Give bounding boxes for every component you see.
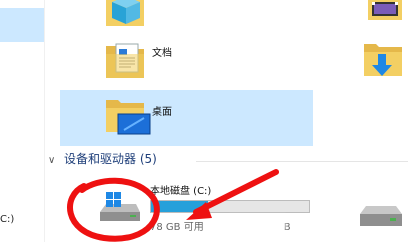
downloads-folder-icon[interactable]	[362, 38, 406, 82]
desktop-folder-label[interactable]: 桌面	[152, 103, 172, 118]
desktop-folder-tile[interactable]	[60, 90, 313, 146]
documents-folder-label[interactable]: 文档	[152, 44, 172, 59]
documents-folder-icon[interactable]	[104, 40, 148, 82]
drive-icon[interactable]	[356, 202, 406, 232]
nav-item-c-drive-label[interactable]: C:)	[0, 214, 14, 225]
devices-section-header[interactable]: ∨ 设备和驱动器 (5)	[48, 150, 157, 167]
videos-folder-icon[interactable]	[368, 0, 408, 22]
redacted-area	[230, 216, 285, 230]
navigation-pane: C:)	[0, 0, 45, 242]
nav-selected-item[interactable]	[0, 8, 44, 42]
devices-section-title: 设备和驱动器 (5)	[64, 152, 157, 166]
drive-c-name[interactable]: 本地磁盘 (C:)	[150, 182, 211, 197]
3d-objects-folder-icon[interactable]	[104, 0, 146, 30]
windows-drive-icon[interactable]	[96, 190, 142, 224]
drive-usage-fill	[151, 201, 208, 212]
drive-space-free: 78 GB 可用	[150, 222, 204, 233]
chevron-down-icon[interactable]: ∨	[48, 155, 58, 166]
desktop-folder-icon[interactable]	[104, 96, 152, 140]
section-divider	[196, 161, 408, 162]
drive-usage-bar	[150, 200, 310, 213]
